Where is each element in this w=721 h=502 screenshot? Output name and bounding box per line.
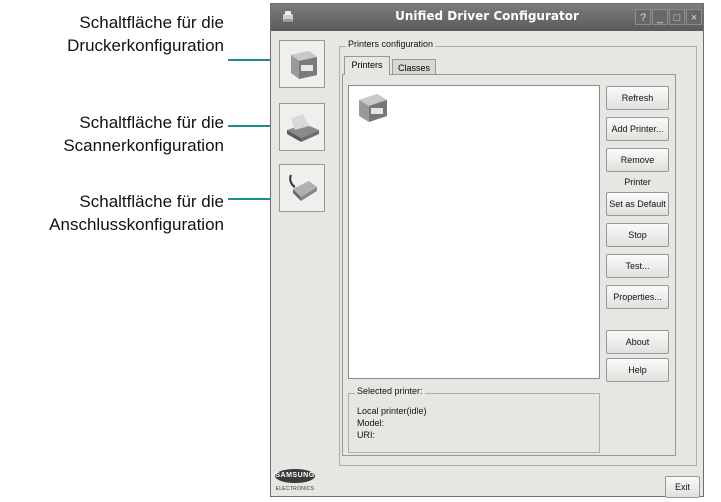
scanner-config-button[interactable]	[279, 103, 325, 151]
properties-button[interactable]: Properties...	[606, 285, 669, 309]
tab-printers[interactable]: Printers	[344, 56, 390, 75]
stop-button[interactable]: Stop	[606, 223, 669, 247]
help-button[interactable]: Help	[606, 358, 669, 382]
remove-printer-button[interactable]: Remove Printer	[606, 148, 669, 187]
printer-icon	[355, 94, 393, 130]
port-config-button[interactable]	[279, 164, 325, 212]
add-printer-button[interactable]: Add Printer...	[606, 117, 669, 141]
selected-printer-status: Local printer(idle)	[357, 406, 427, 416]
selected-printer-label: Selected printer:	[355, 386, 425, 396]
close-button[interactable]: ×	[686, 9, 702, 25]
list-item[interactable]	[355, 90, 395, 126]
printers-config-label: Printers configuration	[346, 39, 436, 49]
tab-label: Printers	[351, 60, 383, 70]
refresh-button[interactable]: Refresh	[606, 86, 669, 110]
samsung-logo: SAMSUNG ELECTRONICS	[275, 469, 315, 495]
configurator-window: Unified Driver Configurator ? _ □ × Prin…	[270, 3, 704, 498]
set-default-button[interactable]: Set as Default	[606, 192, 669, 216]
callout-line2: Anschlusskonfiguration	[49, 215, 224, 234]
callout-line2: Scannerkonfiguration	[63, 136, 224, 155]
callout-line1: Schaltfläche für die	[79, 113, 224, 132]
callout-printer-config: Schaltfläche für die Druckerkonfiguratio…	[0, 11, 224, 57]
callout-scanner-config: Schaltfläche für die Scannerkonfiguratio…	[0, 111, 224, 157]
printer-list[interactable]	[348, 85, 600, 379]
exit-button[interactable]: Exit	[665, 476, 700, 498]
selected-printer-group: Selected printer: Local printer(idle) Mo…	[348, 386, 600, 453]
test-button[interactable]: Test...	[606, 254, 669, 278]
callout-line1: Schaltfläche für die	[79, 192, 224, 211]
brand-sub: ELECTRONICS	[275, 486, 315, 492]
minimize-button[interactable]: _	[652, 9, 668, 25]
printer-config-button[interactable]	[279, 40, 325, 88]
maximize-button[interactable]: □	[669, 9, 685, 25]
callout-line2: Druckerkonfiguration	[67, 36, 224, 55]
title-bar[interactable]: Unified Driver Configurator ? _ □ ×	[271, 4, 703, 31]
callout-line1: Schaltfläche für die	[79, 13, 224, 32]
help-window-button[interactable]: ?	[635, 9, 651, 25]
brand-logo: SAMSUNG	[275, 469, 315, 483]
selected-printer-model: Model:	[357, 418, 385, 428]
callout-port-config: Schaltfläche für die Anschlusskonfigurat…	[0, 190, 224, 236]
about-button[interactable]: About	[606, 330, 669, 354]
selected-printer-uri: URI:	[357, 430, 375, 440]
tab-label: Classes	[397, 63, 430, 73]
